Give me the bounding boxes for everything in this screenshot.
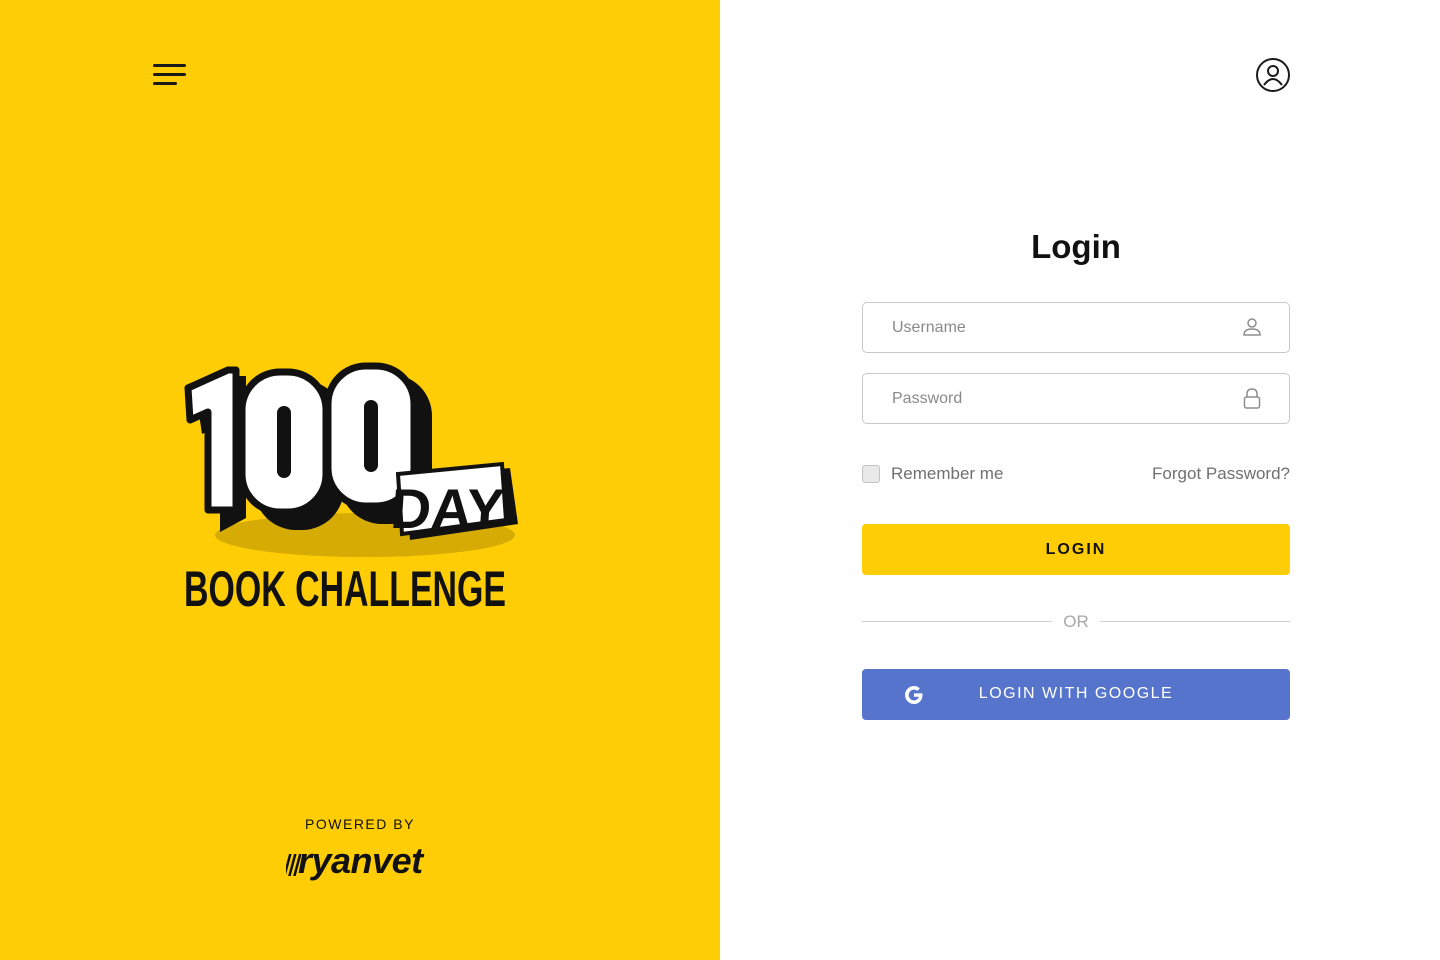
login-with-google-button[interactable]: LOGIN WITH GOOGLE <box>862 669 1290 720</box>
ryanvet-logo: ryanvet <box>286 838 436 888</box>
user-icon <box>1241 316 1263 338</box>
divider-text: OR <box>1063 612 1089 631</box>
hamburger-menu-icon[interactable] <box>150 60 190 90</box>
password-field <box>862 373 1290 424</box>
powered-by-label: POWERED BY <box>305 816 415 832</box>
login-panel <box>720 0 1440 960</box>
challenge-logo: DAY BOOK CHALLENGE <box>180 350 530 620</box>
user-account-icon[interactable] <box>1255 57 1291 93</box>
or-divider: OR <box>862 610 1290 634</box>
username-input[interactable] <box>863 303 1252 352</box>
username-field <box>862 302 1290 353</box>
svg-text:DAY: DAY <box>389 477 506 540</box>
lock-icon <box>1241 387 1263 409</box>
brand-name: ryanvet <box>298 840 423 881</box>
forgot-password-link[interactable]: Forgot Password? <box>1152 464 1290 484</box>
password-input[interactable] <box>863 374 1252 423</box>
brand-panel: DAY BOOK CHALLENGE POWERED BY ryanvet <box>0 0 720 960</box>
divider-line-right <box>1100 621 1290 622</box>
remember-me[interactable]: Remember me <box>862 464 1003 484</box>
login-title: Login <box>1031 228 1121 265</box>
remember-me-checkbox[interactable] <box>862 465 880 483</box>
login-button[interactable]: LOGIN <box>862 524 1290 575</box>
svg-text:BOOK CHALLENGE: BOOK CHALLENGE <box>184 561 506 617</box>
login-page: DAY BOOK CHALLENGE POWERED BY ryanvet Lo… <box>0 0 1440 960</box>
remember-me-label: Remember me <box>891 464 1004 483</box>
google-button-label: LOGIN WITH GOOGLE <box>978 685 1174 702</box>
